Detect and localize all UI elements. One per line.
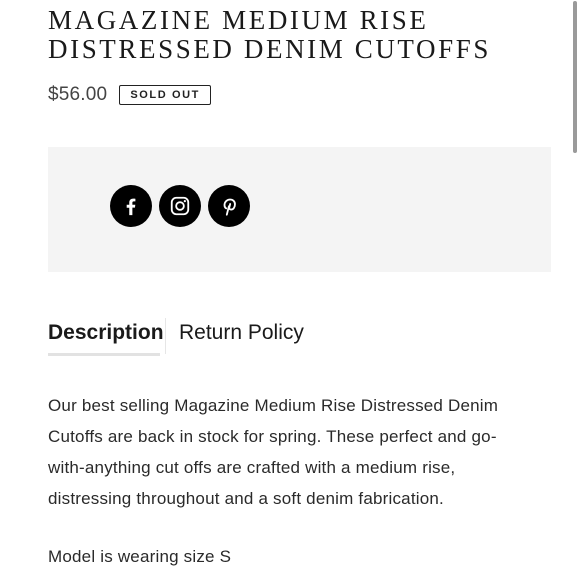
- product-description: Our best selling Magazine Medium Rise Di…: [48, 390, 548, 514]
- product-title-line: DISTRESSED DENIM CUTOFFS: [48, 34, 491, 64]
- tab-divider: [165, 318, 166, 354]
- scrollbar[interactable]: [573, 1, 577, 153]
- description-line: Our best selling Magazine Medium Rise Di…: [48, 396, 499, 415]
- instagram-icon: [170, 196, 190, 216]
- active-tab-indicator: [48, 353, 160, 356]
- description-line: distressing throughout and a soft denim …: [48, 489, 444, 508]
- social-share-panel: [48, 147, 551, 272]
- tab-return-policy[interactable]: Return Policy: [179, 318, 304, 348]
- model-size-note: Model is wearing size S: [48, 547, 232, 566]
- price-row: $56.00 SOLD OUT: [48, 84, 211, 106]
- description-line: with-anything cut offs are crafted with …: [48, 458, 456, 477]
- description-line: Cutoffs are back in stock for spring. Th…: [48, 427, 497, 446]
- pinterest-icon: [223, 198, 236, 216]
- product-price: $56.00: [48, 84, 108, 105]
- facebook-icon: [126, 198, 136, 216]
- pinterest-share-button[interactable]: [208, 185, 250, 227]
- facebook-share-button[interactable]: [110, 185, 152, 227]
- product-title-line: MAGAZINE MEDIUM RISE: [48, 5, 429, 35]
- product-title: MAGAZINE MEDIUM RISE DISTRESSED DENIM CU…: [48, 6, 548, 64]
- sold-out-badge: SOLD OUT: [119, 85, 211, 105]
- tab-description[interactable]: Description: [48, 318, 164, 348]
- instagram-share-button[interactable]: [159, 185, 201, 227]
